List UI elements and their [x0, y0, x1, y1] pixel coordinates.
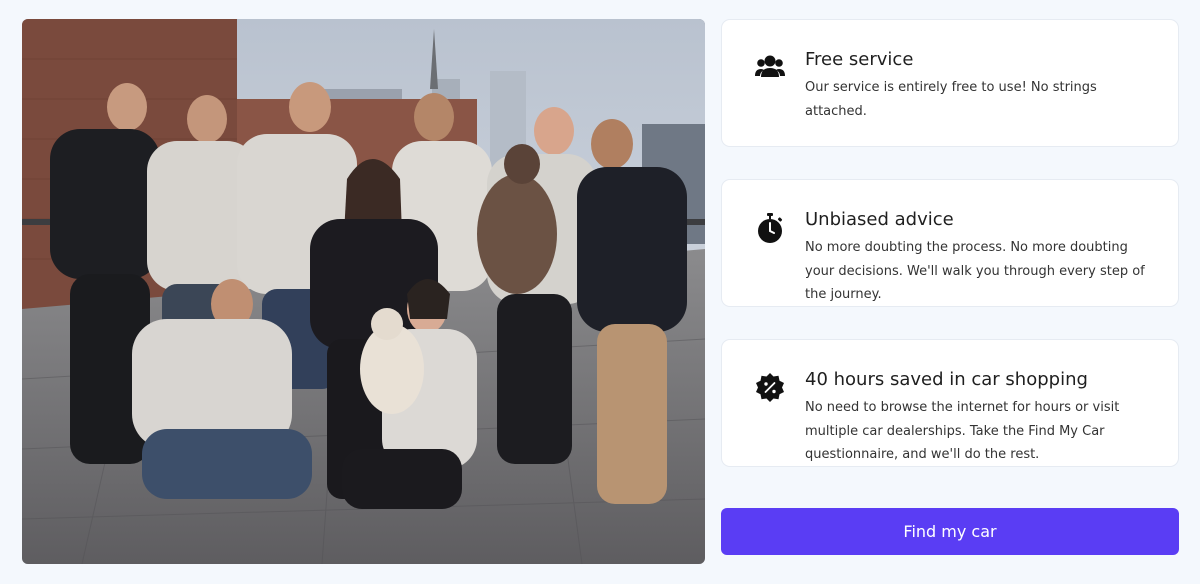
feature-description: No more doubting the process. No more do…	[805, 240, 1145, 302]
feature-card-hours-saved: 40 hours saved in car shopping No need t…	[721, 339, 1179, 467]
feature-title: 40 hours saved in car shopping	[805, 369, 1088, 390]
users-icon	[754, 52, 786, 84]
feature-description: No need to browse the internet for hours…	[805, 400, 1120, 462]
feature-title: Free service	[805, 49, 914, 70]
stopwatch-icon	[754, 212, 786, 244]
discount-badge-icon	[754, 372, 786, 404]
find-my-car-button[interactable]: Find my car	[721, 508, 1179, 555]
feature-description: Our service is entirely free to use! No …	[805, 80, 1097, 119]
feature-card-unbiased-advice: Unbiased advice No more doubting the pro…	[721, 179, 1179, 307]
feature-title: Unbiased advice	[805, 209, 954, 230]
team-photo	[22, 19, 705, 564]
feature-card-free-service: Free service Our service is entirely fre…	[721, 19, 1179, 147]
